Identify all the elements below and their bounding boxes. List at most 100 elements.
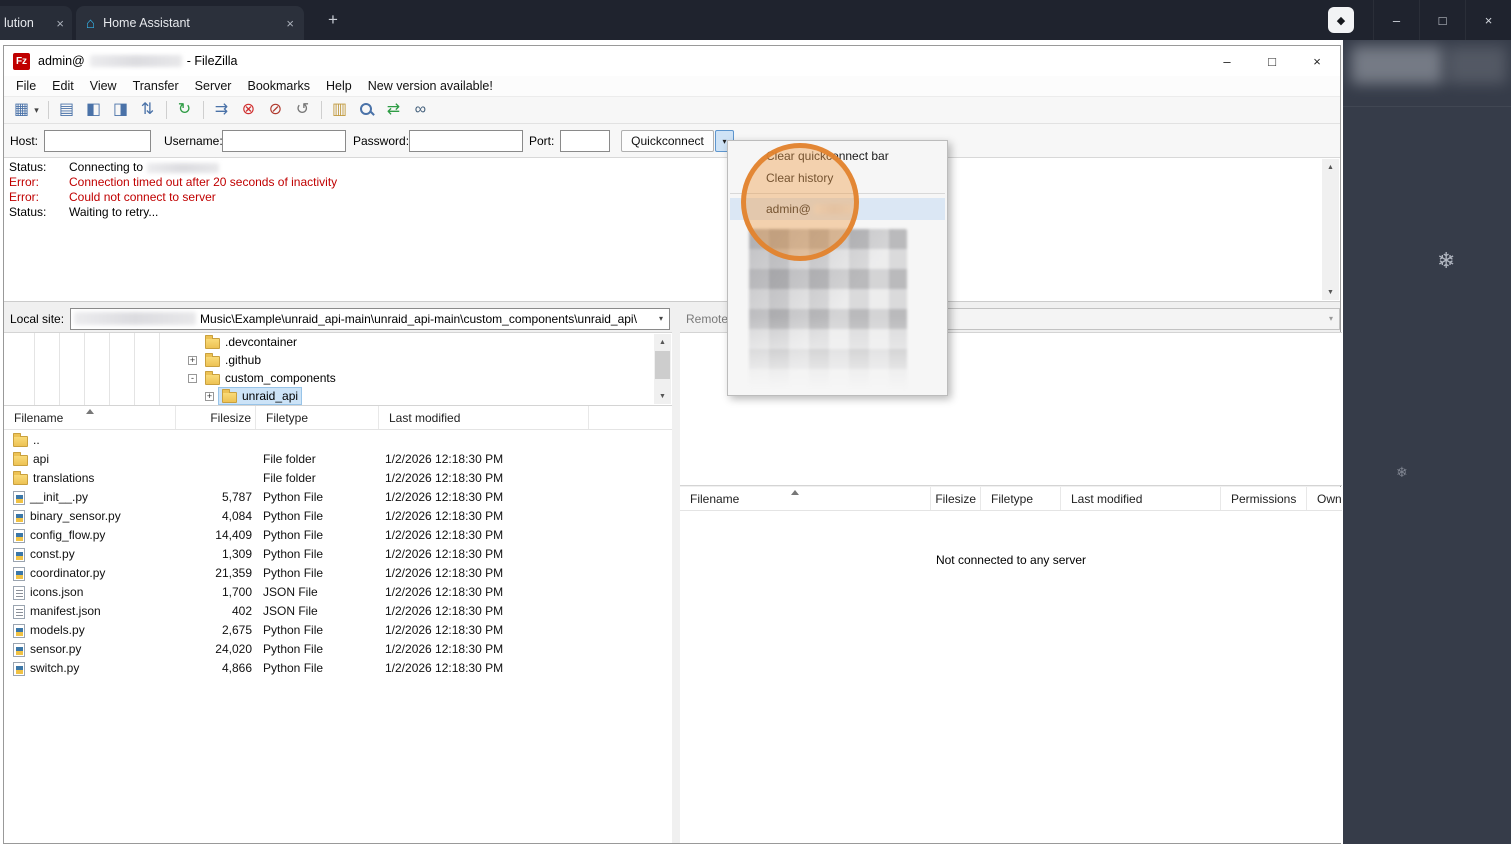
quickconnect-button[interactable]: Quickconnect — [621, 130, 714, 152]
transfer-queue-icon[interactable]: ⇅ — [134, 99, 161, 122]
file-row[interactable]: translations File folder 1/2/2026 12:18:30… — [4, 469, 672, 488]
filter-icon[interactable] — [353, 99, 380, 122]
chevron-down-icon[interactable]: ▾ — [656, 314, 666, 323]
synchronized-browsing-icon[interactable]: ⇄ — [380, 99, 407, 122]
column-owner-group[interactable]: Owner/Group — [1307, 487, 1342, 510]
cancel-icon[interactable]: ⊗ — [235, 99, 262, 122]
toolbar-separator[interactable] — [198, 99, 208, 122]
scroll-up-icon[interactable]: ▲ — [654, 334, 671, 350]
remote-file-list: Filename Filesize Filetype Last modified Per… — [680, 487, 1342, 843]
tab-close-icon[interactable]: × — [56, 16, 64, 31]
file-size — [176, 431, 256, 450]
file-row[interactable]: manifest.json 402 JSON File 1/2/2026 12:18:… — [4, 602, 672, 621]
process-queue-icon[interactable]: ⇉ — [208, 99, 235, 122]
remote-list-header: Filename Filesize Filetype Last modified Per… — [680, 487, 1342, 511]
password-input[interactable] — [409, 130, 523, 152]
file-row[interactable]: const.py 1,309 Python File 1/2/2026 12:18:3… — [4, 545, 672, 564]
file-row[interactable]: models.py 2,675 Python File 1/2/2026 12:18:… — [4, 621, 672, 640]
username-input[interactable] — [222, 130, 346, 152]
filezilla-window: Fz admin@ - FileZilla – □ × File Edit View… — [3, 45, 1342, 844]
window-close-button[interactable]: × — [1296, 46, 1338, 76]
menu-transfer[interactable]: Transfer — [125, 77, 187, 95]
toolbar-separator[interactable] — [43, 99, 53, 122]
file-row[interactable]: binary_sensor.py 4,084 Python File 1/2/2026… — [4, 507, 672, 526]
file-row[interactable]: coordinator.py 21,359 Python File 1/2/2026 … — [4, 564, 672, 583]
file-row[interactable]: api File folder 1/2/2026 12:18:30 PM — [4, 450, 672, 469]
site-manager-dropdown-icon[interactable]: ▾ — [30, 99, 43, 122]
file-row[interactable]: sensor.py 24,020 Python File 1/2/2026 12:18… — [4, 640, 672, 659]
menu-edit[interactable]: Edit — [44, 77, 82, 95]
column-filename[interactable]: Filename — [680, 487, 931, 510]
scrollbar-thumb[interactable] — [655, 351, 670, 379]
column-filetype[interactable]: Filetype — [981, 487, 1061, 510]
file-name: switch.py — [30, 661, 80, 675]
pane-splitter[interactable] — [672, 302, 680, 843]
window-title: admin@ - FileZilla — [38, 54, 237, 68]
scroll-down-icon[interactable]: ▼ — [654, 388, 671, 404]
new-tab-button[interactable]: + — [322, 9, 344, 31]
tree-item[interactable]: custom_components — [4, 369, 652, 387]
tab-close-icon[interactable]: × — [286, 16, 294, 31]
column-last-modified[interactable]: Last modified — [379, 406, 589, 429]
expander-icon[interactable] — [188, 355, 197, 365]
menu-bookmarks[interactable]: Bookmarks — [239, 77, 318, 95]
file-row[interactable]: icons.json 1,700 JSON File 1/2/2026 12:18:3… — [4, 583, 672, 602]
tree-scrollbar[interactable]: ▲ ▼ — [654, 334, 671, 404]
scroll-up-icon[interactable]: ▲ — [1322, 159, 1339, 175]
expander-icon[interactable] — [188, 373, 197, 383]
browser-minimize-button[interactable]: – — [1373, 0, 1419, 40]
username-label: Username: — [164, 134, 223, 148]
file-type: JSON File — [263, 585, 318, 599]
menu-help[interactable]: Help — [318, 77, 360, 95]
folder-icon — [205, 352, 220, 367]
host-input[interactable] — [44, 130, 151, 152]
column-filesize[interactable]: Filesize — [176, 406, 256, 429]
scroll-down-icon[interactable]: ▼ — [1322, 284, 1339, 300]
menu-view[interactable]: View — [82, 77, 125, 95]
column-permissions[interactable]: Permissions — [1221, 487, 1307, 510]
menu-server[interactable]: Server — [187, 77, 240, 95]
message-log-icon[interactable]: ▤ — [53, 99, 80, 122]
log-scrollbar[interactable]: ▲ ▼ — [1322, 159, 1339, 300]
local-site-combobox[interactable]: Music\Example\unraid_api-main\unraid_api… — [70, 307, 670, 330]
file-icon — [13, 490, 25, 505]
expander-icon[interactable] — [205, 391, 214, 401]
log-line: Error: Could not connect to server — [4, 190, 1320, 205]
file-row[interactable]: .. — [4, 431, 672, 450]
browser-tab-home-assistant[interactable]: ⌂ Home Assistant × — [76, 6, 304, 40]
remote-treeview-icon[interactable]: ◨ — [107, 99, 134, 122]
refresh-icon[interactable]: ↻ — [171, 99, 198, 122]
browser-close-button[interactable]: × — [1465, 0, 1511, 40]
tree-item[interactable]: .github — [4, 351, 652, 369]
file-row[interactable]: config_flow.py 14,409 Python File 1/2/2026 … — [4, 526, 672, 545]
title-bar[interactable]: Fz admin@ - FileZilla – □ × — [4, 46, 1340, 76]
port-input[interactable] — [560, 130, 610, 152]
menu-new-version[interactable]: New version available! — [360, 77, 501, 95]
redacted-region — [1351, 46, 1443, 84]
file-name: config_flow.py — [30, 528, 106, 542]
browser-sparkle-button[interactable]: ◆ — [1328, 7, 1354, 33]
window-minimize-button[interactable]: – — [1206, 46, 1248, 76]
browser-restore-button[interactable]: □ — [1419, 0, 1465, 40]
window-maximize-button[interactable]: □ — [1251, 46, 1293, 76]
toolbar-separator[interactable] — [316, 99, 326, 122]
file-modified: 1/2/2026 12:18:30 PM — [385, 585, 504, 599]
file-row[interactable]: __init__.py 5,787 Python File 1/2/2026 12:1… — [4, 488, 672, 507]
disconnect-icon[interactable]: ⊘ — [262, 99, 289, 122]
column-filetype[interactable]: Filetype — [256, 406, 379, 429]
toolbar-separator[interactable] — [161, 99, 171, 122]
reconnect-icon[interactable]: ↺ — [289, 99, 316, 122]
find-files-icon[interactable]: ∞ — [407, 99, 434, 122]
file-row[interactable]: switch.py 4,866 Python File 1/2/2026 12:18:… — [4, 659, 672, 678]
log-text: Connection timed out after 20 seconds of… — [69, 175, 338, 189]
tree-item[interactable]: .devcontainer — [4, 333, 652, 351]
column-filesize[interactable]: Filesize — [931, 487, 981, 510]
file-icon — [13, 585, 25, 600]
menu-file[interactable]: File — [8, 77, 44, 95]
local-treeview-icon[interactable]: ◧ — [80, 99, 107, 122]
directory-comparison-icon[interactable]: ▥ — [326, 99, 353, 122]
browser-tab-partial[interactable]: lution × — [0, 6, 72, 40]
title-prefix: admin@ — [38, 54, 85, 68]
column-last-modified[interactable]: Last modified — [1061, 487, 1221, 510]
tree-item[interactable]: unraid_api — [4, 387, 652, 405]
